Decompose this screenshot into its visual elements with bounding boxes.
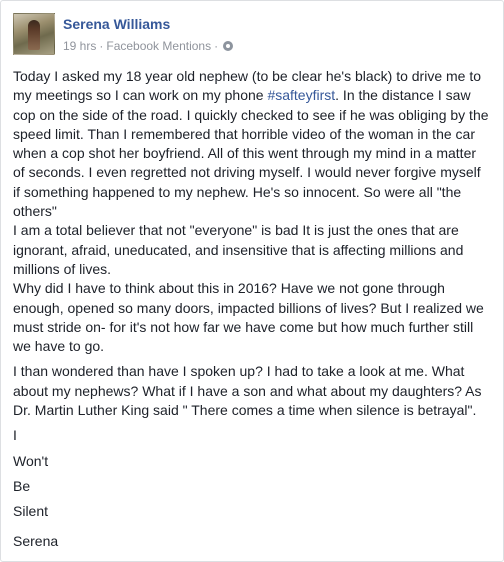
closing-line: Silent [13,503,49,520]
closing-line: Won't [13,452,49,469]
post-body: Today I asked my 18 year old nephew (to … [13,67,491,551]
hashtag-link[interactable]: #safteyfirst [267,87,335,103]
meta-separator-2: · [214,39,219,53]
meta-separator: · [99,39,104,53]
globe-icon[interactable] [223,41,234,51]
author-avatar[interactable] [13,13,55,55]
post-paragraph: Today I asked my 18 year old nephew (to … [13,67,491,221]
author-name-link[interactable]: Serena Williams [63,16,170,32]
post-timestamp-link[interactable]: 19 hrs [63,39,96,53]
post-meta: 19 hrs · Facebook Mentions · [63,39,234,53]
post-paragraph: Why did I have to think about this in 20… [13,280,484,355]
signature: Serena [13,532,59,549]
post-source-link[interactable]: Facebook Mentions [106,39,211,53]
closing-line: I [13,427,17,444]
facebook-post-card: Serena Williams 19 hrs · Facebook Mentio… [0,0,504,562]
paragraph-text: . In the distance I saw cop on the side … [13,87,489,220]
post-paragraph: I than wondered than have I spoken up? I… [13,363,482,419]
closing-line: Be [13,477,31,494]
post-header: Serena Williams 19 hrs · Facebook Mentio… [13,13,483,57]
post-paragraph: I am a total believer that not "everyone… [13,222,464,277]
